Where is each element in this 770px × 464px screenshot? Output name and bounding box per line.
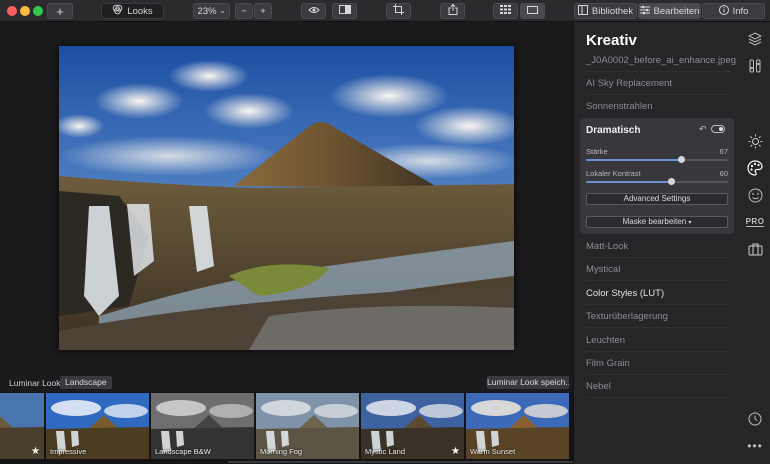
local-contrast-slider[interactable] (586, 178, 728, 185)
library-icon (577, 4, 588, 18)
top-toolbar: + Looks 23% ⌄ − + Bibliothek Bearbeiten … (0, 0, 770, 22)
local-contrast-label: Lokaler Kontrast (586, 169, 641, 178)
edit-mask-button[interactable]: Maske bearbeiten ▾ (586, 216, 728, 228)
luminar-looks-label: Luminar Looks: (9, 378, 68, 388)
looks-icon (112, 4, 123, 18)
eye-icon (307, 6, 320, 17)
info-tab[interactable]: Info (702, 3, 765, 19)
compare-button[interactable] (332, 3, 357, 19)
star-icon[interactable]: ★ (31, 446, 40, 457)
crop-icon (393, 4, 404, 18)
preview-button[interactable] (301, 3, 326, 19)
tool-mystical[interactable]: Mystical (586, 264, 731, 281)
local-contrast-value: 60 (719, 169, 728, 178)
history-icon[interactable] (746, 410, 764, 428)
more-icon[interactable]: ••• (746, 437, 764, 455)
edit-label: Bearbeiten (653, 5, 700, 17)
zoom-window-button[interactable] (33, 6, 43, 16)
zoom-out-button[interactable]: − (235, 3, 253, 19)
minus-icon: − (241, 5, 247, 17)
minimize-window-button[interactable] (20, 6, 30, 16)
image-canvas[interactable] (0, 22, 573, 374)
tool-film-grain[interactable]: Film Grain (586, 358, 731, 375)
palette-icon[interactable] (746, 159, 764, 177)
compare-icon (338, 5, 351, 17)
look-thumbnail-label: Landscape B&W (155, 447, 211, 456)
single-view-button[interactable] (520, 3, 545, 19)
tool-sunrays[interactable]: Sonnenstrahlen (586, 101, 731, 117)
close-window-button[interactable] (7, 6, 17, 16)
strength-value: 67 (719, 147, 728, 156)
strength-handle[interactable] (678, 156, 686, 163)
looks-label: Looks (127, 5, 153, 17)
visibility-toggle[interactable] (711, 125, 725, 133)
tool-texture-overlay[interactable]: Texturüberlagerung (586, 311, 731, 328)
tool-matte-look[interactable]: Matt-Look (586, 241, 731, 258)
looks-category-select[interactable]: Landscape ⌄ (60, 376, 112, 400)
tool-glow[interactable]: Leuchten (586, 335, 731, 352)
adjustments-icon (639, 5, 650, 18)
share-icon (448, 3, 458, 18)
strength-fill (586, 159, 682, 161)
crop-button[interactable] (386, 3, 411, 19)
plus-icon: + (56, 3, 64, 19)
chevron-down-icon: ▾ (688, 220, 692, 226)
dramatic-title: Dramatisch (586, 125, 641, 136)
tool-category-rail: PRO ••• (740, 22, 770, 464)
face-icon[interactable] (746, 186, 764, 204)
creative-panel: Kreativ _J0A0002_before_ai_enhance.jpeg … (573, 22, 740, 464)
briefcase-icon[interactable] (746, 240, 764, 258)
strength-slider[interactable] (586, 156, 728, 163)
look-thumbnail[interactable]: Landscape B&W (151, 393, 254, 459)
look-thumbnail-label: Impressive (50, 447, 87, 456)
info-label: Info (732, 5, 749, 17)
grid-icon (500, 5, 511, 17)
sliders-icon[interactable] (746, 57, 764, 75)
dramatic-tool-card: Dramatisch ↶ Stärke 67 Lokaler Kontrast … (580, 118, 734, 234)
library-tab[interactable]: Bibliothek (574, 3, 637, 19)
look-thumbnail-label: Morning Fog (260, 447, 303, 456)
look-thumbnail-label: Warm Sunset (470, 447, 516, 456)
sun-icon[interactable] (746, 132, 764, 150)
star-icon[interactable]: ★ (451, 446, 460, 457)
look-thumbnail[interactable]: ape ★ (0, 393, 44, 459)
pro-icon[interactable]: PRO (745, 213, 765, 231)
zoom-select[interactable]: 23% ⌄ (193, 3, 230, 19)
single-view-icon (527, 5, 538, 17)
undo-icon[interactable]: ↶ (699, 124, 707, 135)
edit-mask-label: Maske bearbeiten (622, 217, 687, 226)
look-thumbnail[interactable]: Morning Fog (256, 393, 359, 459)
save-look-button[interactable]: Luminar Look speich... (487, 376, 569, 389)
look-thumbnail[interactable]: Mystic Land ★ (361, 393, 464, 459)
looks-category-value: Landscape (65, 377, 107, 387)
tool-ai-sky-replacement[interactable]: AI Sky Replacement (586, 78, 731, 95)
add-button[interactable]: + (47, 3, 73, 19)
info-icon (718, 4, 729, 18)
tool-color-styles[interactable]: Color Styles (LUT) (586, 288, 731, 305)
share-button[interactable] (440, 3, 465, 19)
library-label: Bibliothek (591, 5, 634, 17)
layers-icon[interactable] (746, 30, 764, 48)
look-thumbnail[interactable]: Warm Sunset (466, 393, 569, 459)
panel-title: Kreativ (586, 32, 637, 49)
strength-label: Stärke (586, 147, 608, 156)
look-thumbnail[interactable]: Impressive (46, 393, 149, 459)
local-contrast-fill (586, 181, 672, 183)
looks-filmstrip: ape ★ Impressive Landscape B&W Morning F… (0, 392, 573, 464)
luminar-looks-bar: Luminar Looks: Landscape ⌄ Luminar Look … (0, 374, 573, 400)
landscape-photo[interactable] (59, 46, 514, 350)
local-contrast-handle[interactable] (668, 178, 676, 185)
zoom-in-button[interactable]: + (254, 3, 272, 19)
edit-tab[interactable]: Bearbeiten (638, 3, 701, 19)
filename-label: _J0A0002_before_ai_enhance.jpeg (586, 55, 736, 72)
tool-fog[interactable]: Nebel (586, 381, 731, 398)
filmstrip-scrollbar[interactable] (228, 461, 573, 463)
zoom-value: 23% (197, 5, 217, 17)
grid-view-button[interactable] (493, 3, 518, 19)
looks-button[interactable]: Looks (101, 3, 164, 19)
chevron-down-icon: ⌄ (219, 8, 226, 15)
plus-icon: + (260, 5, 266, 17)
advanced-settings-button[interactable]: Advanced Settings (586, 193, 728, 205)
look-thumbnail-label: Mystic Land (365, 447, 406, 456)
